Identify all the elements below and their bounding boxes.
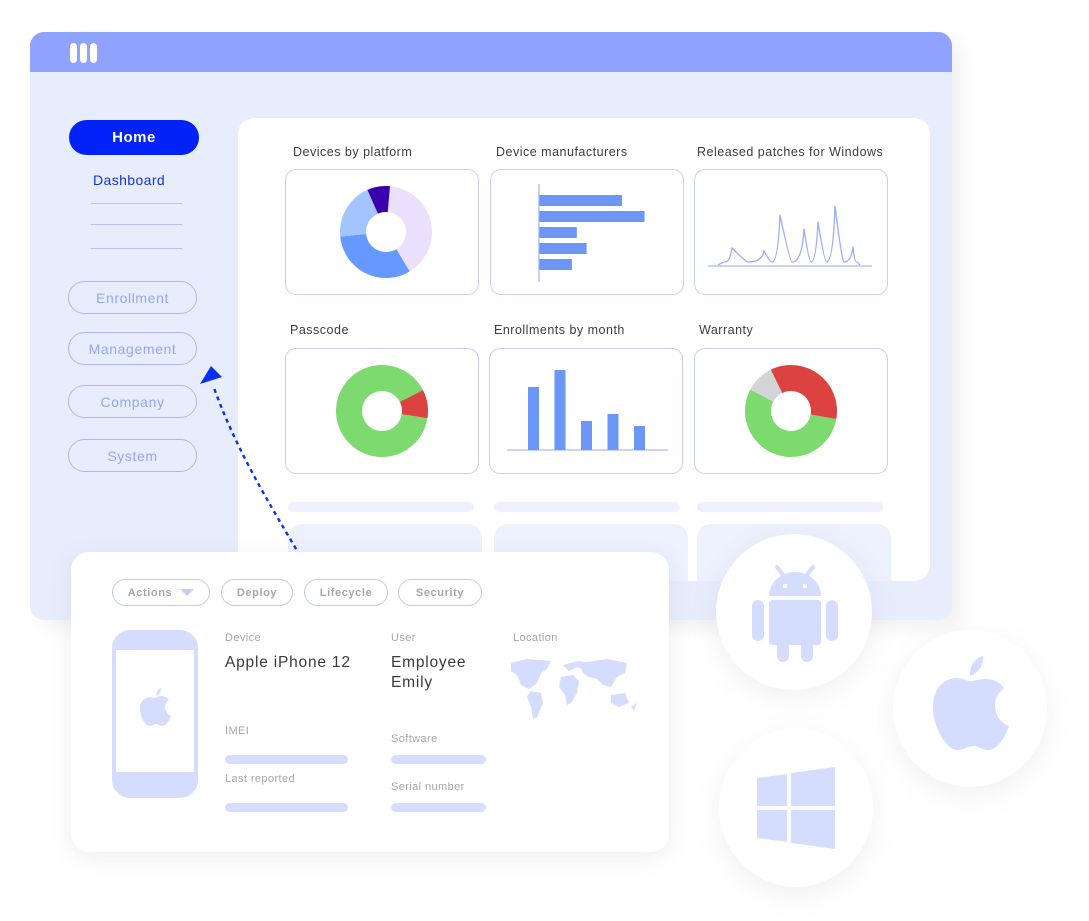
- android-badge: [716, 534, 872, 690]
- actions-label: Actions: [127, 586, 173, 599]
- last-reported-value-placeholder: [225, 803, 348, 812]
- apple-badge: [893, 630, 1047, 787]
- caret-down-icon: [180, 589, 195, 596]
- arrowhead-icon: [200, 366, 222, 384]
- software-label: Software: [391, 733, 438, 745]
- device-value: Apple iPhone 12: [225, 654, 351, 671]
- deploy-button[interactable]: Deploy: [221, 579, 293, 606]
- user-value-last: Emily: [391, 674, 433, 691]
- world-map-icon: [511, 659, 637, 719]
- user-label: User: [391, 632, 416, 644]
- phone-illustration: [112, 630, 198, 798]
- last-reported-label: Last reported: [225, 773, 296, 785]
- actions-dropdown[interactable]: Actions: [112, 579, 210, 606]
- imei-value-placeholder: [225, 755, 348, 764]
- device-label: Device: [225, 632, 262, 644]
- windows-icon: [757, 767, 835, 849]
- user-value-first: Employee: [391, 654, 467, 671]
- apple-icon: [933, 656, 1009, 750]
- software-value-placeholder: [391, 755, 486, 764]
- serial-number-label: Serial number: [391, 781, 465, 793]
- android-icon: [752, 565, 838, 662]
- windows-badge: [719, 729, 873, 887]
- security-button[interactable]: Security: [398, 579, 482, 606]
- device-detail-card: Actions Deploy Lifecycle Security Device…: [71, 552, 669, 852]
- serial-number-value-placeholder: [391, 803, 486, 812]
- imei-label: IMEI: [225, 725, 250, 737]
- lifecycle-button[interactable]: Lifecycle: [304, 579, 388, 606]
- location-label: Location: [513, 632, 558, 644]
